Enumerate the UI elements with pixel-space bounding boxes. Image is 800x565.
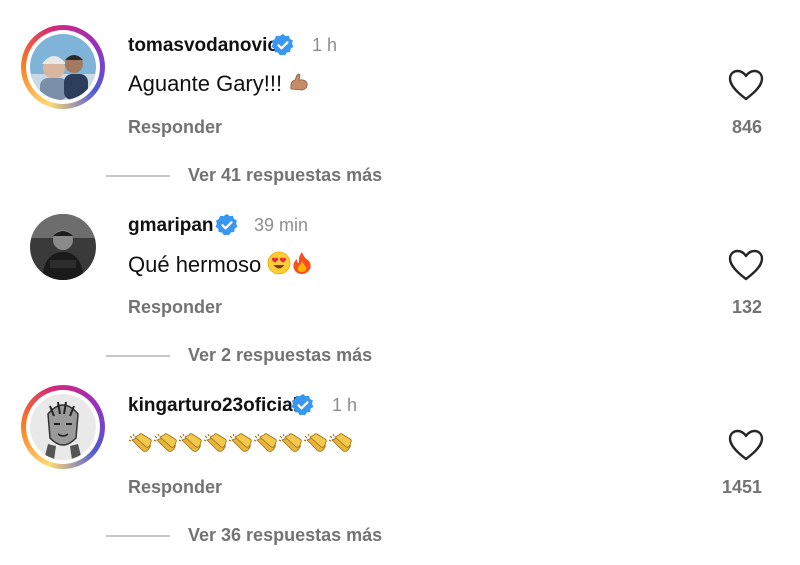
avatar (30, 394, 96, 460)
like-heart-icon[interactable] (728, 249, 764, 281)
reply-button[interactable]: Responder (128, 117, 222, 138)
like-heart-icon[interactable] (728, 429, 764, 461)
comment-text (128, 431, 353, 457)
username[interactable]: gmaripan (128, 215, 214, 237)
username[interactable]: tomasvodanovic (128, 35, 278, 57)
verified-badge-icon (215, 214, 238, 236)
view-replies-button[interactable]: Ver 41 respuestas más (188, 165, 382, 186)
clapping-hands-emoji-icon (328, 433, 352, 453)
clapping-hands-emoji-icon (303, 433, 327, 453)
clapping-hands-emoji-icon (128, 433, 152, 453)
comment-1: tomasvodanovic 1 h Aguante Gary!!! Respo… (0, 25, 800, 205)
username[interactable]: kingarturo23oficial (128, 395, 298, 417)
clapping-hands-emoji-icon (178, 433, 202, 453)
reply-button[interactable]: Responder (128, 297, 222, 318)
avatar-story-ring[interactable] (21, 385, 105, 469)
avatar (30, 34, 96, 100)
view-replies-button[interactable]: Ver 2 respuestas más (188, 345, 372, 366)
fire-emoji-icon (291, 251, 313, 281)
timestamp: 39 min (254, 215, 309, 235)
avatar (30, 214, 96, 280)
heart-eyes-emoji-icon (267, 251, 291, 281)
comment-text: Aguante Gary!!! (128, 71, 310, 99)
clapping-hands-emoji-icon (153, 433, 177, 453)
verified-badge-icon (271, 34, 294, 56)
like-count: 132 (731, 297, 762, 317)
like-count: 1451 (721, 477, 762, 497)
clapping-hands-emoji-icon (253, 433, 277, 453)
divider (106, 535, 170, 537)
flexed-biceps-emoji-icon (288, 71, 310, 99)
comment-text: Qué hermoso (128, 251, 313, 281)
verified-badge-icon (291, 394, 314, 416)
comment-3: kingarturo23oficial 1 h Responder 1451 V… (0, 385, 800, 565)
timestamp: 1 h (312, 35, 338, 55)
divider (106, 175, 170, 177)
timestamp: 1 h (332, 395, 358, 415)
view-replies-button[interactable]: Ver 36 respuestas más (188, 525, 382, 546)
like-count: 846 (731, 117, 762, 137)
reply-button[interactable]: Responder (128, 477, 222, 498)
avatar-ring[interactable] (21, 205, 105, 289)
clapping-hands-emoji-icon (203, 433, 227, 453)
divider (106, 355, 170, 357)
like-heart-icon[interactable] (728, 69, 764, 101)
avatar-story-ring[interactable] (21, 25, 105, 109)
clapping-hands-emoji-icon (228, 433, 252, 453)
comment-2: gmaripan 39 min Qué hermoso Responder 13… (0, 205, 800, 385)
clapping-hands-emoji-icon (278, 433, 302, 453)
